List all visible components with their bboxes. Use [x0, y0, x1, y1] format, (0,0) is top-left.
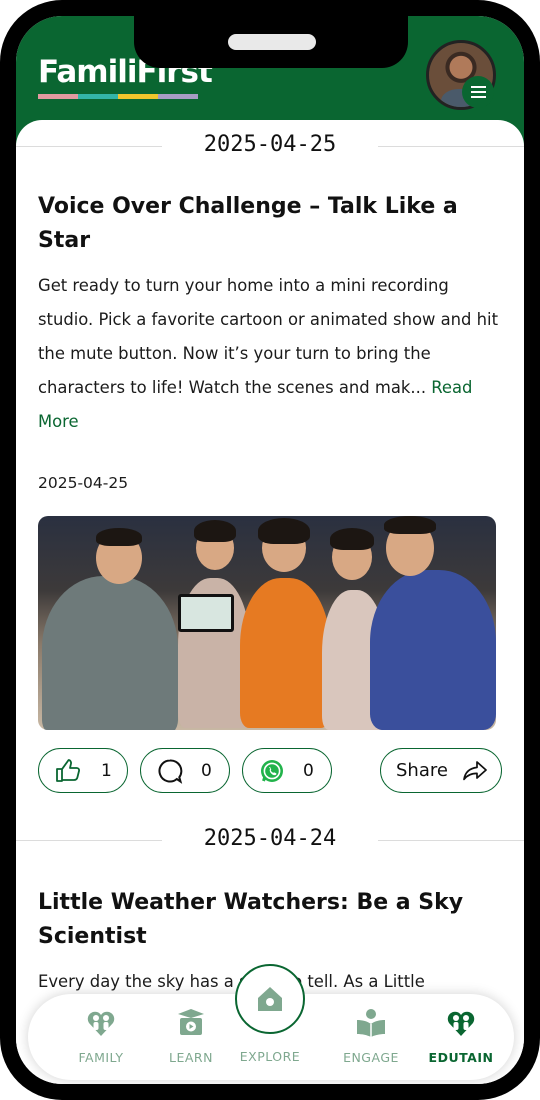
- device-notch: [134, 16, 408, 68]
- share-button[interactable]: Share: [380, 748, 502, 793]
- post-title[interactable]: Voice Over Challenge – Talk Like a Star: [38, 190, 508, 258]
- engage-icon: [357, 1009, 385, 1037]
- like-count: 1: [101, 760, 112, 781]
- post-date: 2025-04-25: [38, 474, 129, 492]
- post-actions: 1 0 0 Share: [38, 748, 502, 794]
- comment-count: 0: [201, 760, 212, 781]
- speaker-pill: [228, 34, 316, 50]
- like-button[interactable]: 1: [38, 748, 128, 793]
- learn-icon: [178, 1009, 204, 1035]
- nav-edutain[interactable]: EDUTAIN: [416, 994, 506, 1080]
- date-separator: 2025-04-24: [16, 820, 524, 860]
- date-separator: 2025-04-25: [16, 126, 524, 166]
- nav-family-label: FAMILY: [78, 1050, 124, 1065]
- feed-content: 2025-04-25 Voice Over Challenge – Talk L…: [16, 120, 524, 1084]
- comment-button[interactable]: 0: [140, 748, 230, 793]
- post-title[interactable]: Little Weather Watchers: Be a Sky Scient…: [38, 886, 508, 954]
- section-date: 2025-04-24: [203, 826, 337, 851]
- family-icon: [87, 1011, 115, 1036]
- nav-learn-label: LEARN: [169, 1050, 213, 1065]
- whatsapp-button[interactable]: 0: [242, 748, 332, 793]
- whatsapp-count: 0: [303, 760, 314, 781]
- post-excerpt-text: Get ready to turn your home into a mini …: [38, 276, 499, 397]
- home-icon: [258, 987, 282, 1011]
- phone-frame: FamiliFirst 2025-04-25 Voice Over Challe…: [0, 0, 540, 1100]
- edutain-icon: [447, 1011, 475, 1036]
- nav-engage-label: ENGAGE: [343, 1050, 399, 1065]
- thumbs-up-icon: [56, 758, 80, 782]
- post-image[interactable]: [38, 516, 496, 730]
- menu-icon[interactable]: [462, 76, 494, 108]
- share-arrow-icon: [463, 760, 487, 780]
- nav-learn[interactable]: LEARN: [146, 994, 236, 1080]
- post-excerpt: Get ready to turn your home into a mini …: [38, 269, 504, 439]
- comment-icon: [158, 758, 183, 784]
- whatsapp-icon: [261, 759, 283, 782]
- nav-explore[interactable]: [235, 964, 305, 1034]
- logo-stripe: [38, 94, 198, 99]
- nav-family[interactable]: FAMILY: [56, 994, 146, 1080]
- app-screen: FamiliFirst 2025-04-25 Voice Over Challe…: [16, 16, 524, 1084]
- nav-engage[interactable]: ENGAGE: [326, 994, 416, 1080]
- nav-explore-label[interactable]: EXPLORE: [224, 1049, 316, 1064]
- share-label: Share: [396, 760, 448, 781]
- nav-edutain-label: EDUTAIN: [428, 1050, 494, 1065]
- section-date: 2025-04-25: [203, 132, 337, 157]
